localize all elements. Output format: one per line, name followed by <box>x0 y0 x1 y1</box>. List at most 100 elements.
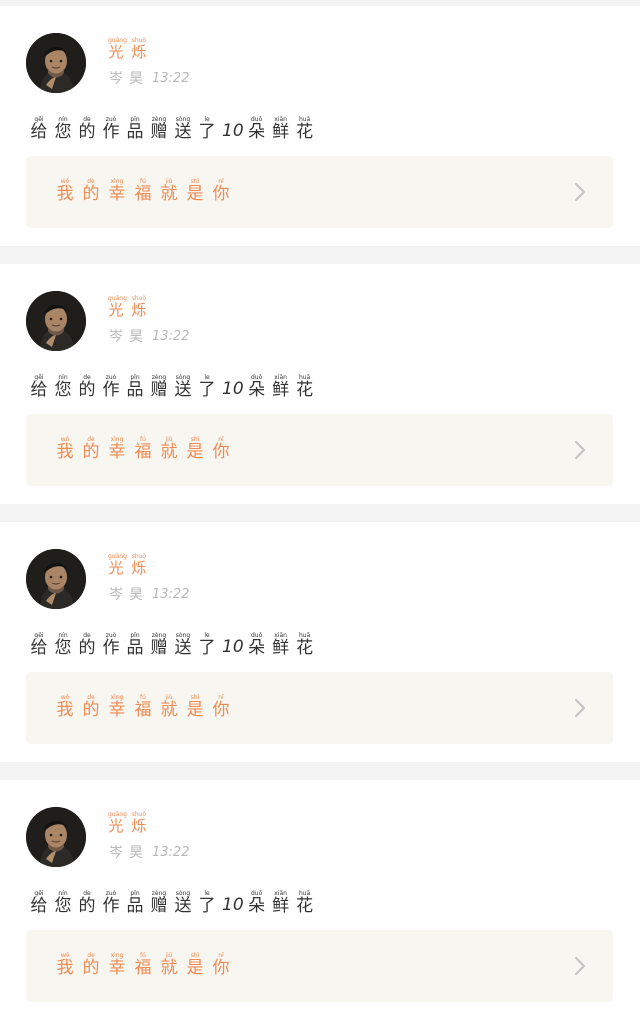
ruby-glyph: huā 花 <box>296 890 314 915</box>
work-link[interactable]: wǒ 我 de 的 xìng 幸 fú 福 jiù 就 shì 是 nǐ 你 <box>26 156 613 228</box>
user-subline: 岑 昊 13:22 <box>108 580 189 602</box>
work-title: wǒ 我 de 的 xìng 幸 fú 福 jiù 就 shì 是 nǐ 你 <box>56 436 238 461</box>
hanzi: 花 <box>296 122 314 142</box>
hanzi: 你 <box>212 184 230 204</box>
user-name[interactable]: guāng 光 shuò 烁 <box>108 37 189 60</box>
hanzi: 的 <box>78 638 96 658</box>
divider <box>0 504 640 522</box>
ruby-glyph: xiān 鲜 <box>272 890 290 915</box>
hanzi: 品 <box>126 122 144 142</box>
hanzi: 昊 <box>129 845 143 861</box>
hanzi: 是 <box>186 700 204 720</box>
hanzi: 作 <box>102 896 120 916</box>
work-link[interactable]: wǒ 我 de 的 xìng 幸 fú 福 jiù 就 shì 是 nǐ 你 <box>26 414 613 486</box>
avatar[interactable] <box>26 291 86 351</box>
hanzi: 烁 <box>131 817 147 835</box>
ruby-glyph: de 的 <box>82 178 100 203</box>
chevron-right-icon <box>574 440 586 460</box>
flower-count: 10 <box>222 379 244 399</box>
avatar[interactable] <box>26 549 86 609</box>
ruby-glyph: 昊 <box>128 322 144 344</box>
work-link[interactable]: wǒ 我 de 的 xìng 幸 fú 福 jiù 就 shì 是 nǐ 你 <box>26 930 613 1002</box>
ruby-glyph: de 的 <box>82 694 100 719</box>
ruby-glyph: pǐn 品 <box>126 116 144 141</box>
ruby-glyph: wǒ 我 <box>56 178 74 203</box>
hanzi: 赠 <box>150 638 168 658</box>
notification-card: guāng 光 shuò 烁 岑 昊 13:22 gěi 给 nín 您 de 的 zuò 作 pǐn 品… <box>0 264 640 504</box>
ruby-glyph: zèng 赠 <box>150 890 168 915</box>
hanzi: 昊 <box>129 71 143 87</box>
ruby-glyph: gěi 给 <box>30 890 48 915</box>
ruby-glyph: zuò 作 <box>102 116 120 141</box>
flower-count: 10 <box>222 895 244 915</box>
hanzi: 幸 <box>108 184 126 204</box>
hanzi: 花 <box>296 380 314 400</box>
notification-card: guāng 光 shuò 烁 岑 昊 13:22 gěi 给 nín 您 de 的 zuò 作 pǐn 品… <box>0 780 640 1020</box>
ruby-glyph: huā 花 <box>296 374 314 399</box>
ruby-glyph: xiān 鲜 <box>272 116 290 141</box>
ruby-glyph: xìng 幸 <box>108 694 126 719</box>
ruby-glyph: sòng 送 <box>174 890 192 915</box>
notification-card: guāng 光 shuò 烁 岑 昊 13:22 gěi 给 nín 您 de 的 zuò 作 pǐn 品… <box>0 522 640 762</box>
ruby-glyph: duǒ 朵 <box>248 632 266 657</box>
hanzi: 就 <box>160 958 178 978</box>
user-name[interactable]: guāng 光 shuò 烁 <box>108 553 189 576</box>
ruby-glyph: nǐ 你 <box>212 178 230 203</box>
ruby-glyph: 岑 <box>108 838 124 860</box>
ruby-glyph: pǐn 品 <box>126 374 144 399</box>
hanzi: 赠 <box>150 896 168 916</box>
ruby-glyph: de 的 <box>78 116 96 141</box>
hanzi: 给 <box>30 638 48 658</box>
hanzi: 给 <box>30 896 48 916</box>
ruby-glyph: wǒ 我 <box>56 952 74 977</box>
ruby-glyph: 岑 <box>108 322 124 344</box>
hanzi: 送 <box>174 122 192 142</box>
avatar[interactable] <box>26 807 86 867</box>
timestamp: 13:22 <box>152 587 190 602</box>
ruby-glyph: jiù 就 <box>160 178 178 203</box>
flower-count: 10 <box>222 637 244 657</box>
ruby-glyph: nín 您 <box>54 374 72 399</box>
ruby-glyph: 岑 <box>108 580 124 602</box>
ruby-glyph: nǐ 你 <box>212 694 230 719</box>
hanzi: 的 <box>82 184 100 204</box>
ruby-glyph: fú 福 <box>134 436 152 461</box>
hanzi: 品 <box>126 380 144 400</box>
ruby-glyph: nǐ 你 <box>212 952 230 977</box>
hanzi: 我 <box>56 184 74 204</box>
timestamp: 13:22 <box>152 329 190 344</box>
ruby-glyph: zuò 作 <box>102 632 120 657</box>
notification-list: guāng 光 shuò 烁 岑 昊 13:22 gěi 给 nín 您 de 的 zuò 作 pǐn 品… <box>0 0 640 1020</box>
user-name[interactable]: guāng 光 shuò 烁 <box>108 295 189 318</box>
ruby-glyph: gěi 给 <box>30 374 48 399</box>
hanzi: 赠 <box>150 122 168 142</box>
notification-card: guāng 光 shuò 烁 岑 昊 13:22 gěi 给 nín 您 de 的 zuò 作 pǐn 品… <box>0 6 640 246</box>
user-meta: guāng 光 shuò 烁 岑 昊 13:22 <box>108 37 189 86</box>
chevron-right-icon <box>574 956 586 976</box>
hanzi: 鲜 <box>272 896 290 916</box>
user-subline: 岑 昊 13:22 <box>108 64 189 86</box>
hanzi: 朵 <box>248 896 266 916</box>
ruby-glyph: de 的 <box>78 890 96 915</box>
hanzi: 了 <box>198 896 216 916</box>
ruby-glyph: shì 是 <box>186 178 204 203</box>
ruby-glyph: zuò 作 <box>102 890 120 915</box>
timestamp: 13:22 <box>152 71 190 86</box>
message-text: gěi 给 nín 您 de 的 zuò 作 pǐn 品 zèng 赠 sòng 送 le 了 10 duǒ 朵 xi… <box>30 374 320 399</box>
user-name[interactable]: guāng 光 shuò 烁 <box>108 811 189 834</box>
ruby-glyph: huā 花 <box>296 632 314 657</box>
avatar[interactable] <box>26 33 86 93</box>
work-link[interactable]: wǒ 我 de 的 xìng 幸 fú 福 jiù 就 shì 是 nǐ 你 <box>26 672 613 744</box>
user-meta: guāng 光 shuò 烁 岑 昊 13:22 <box>108 553 189 602</box>
ruby-glyph: nín 您 <box>54 890 72 915</box>
hanzi: 幸 <box>108 442 126 462</box>
hanzi: 您 <box>54 896 72 916</box>
avatar-illustration <box>26 807 86 867</box>
ruby-glyph: de 的 <box>78 632 96 657</box>
hanzi: 朵 <box>248 380 266 400</box>
hanzi: 赠 <box>150 380 168 400</box>
hanzi: 的 <box>82 700 100 720</box>
ruby-glyph: nín 您 <box>54 632 72 657</box>
ruby-glyph: de 的 <box>82 952 100 977</box>
work-title: wǒ 我 de 的 xìng 幸 fú 福 jiù 就 shì 是 nǐ 你 <box>56 694 238 719</box>
